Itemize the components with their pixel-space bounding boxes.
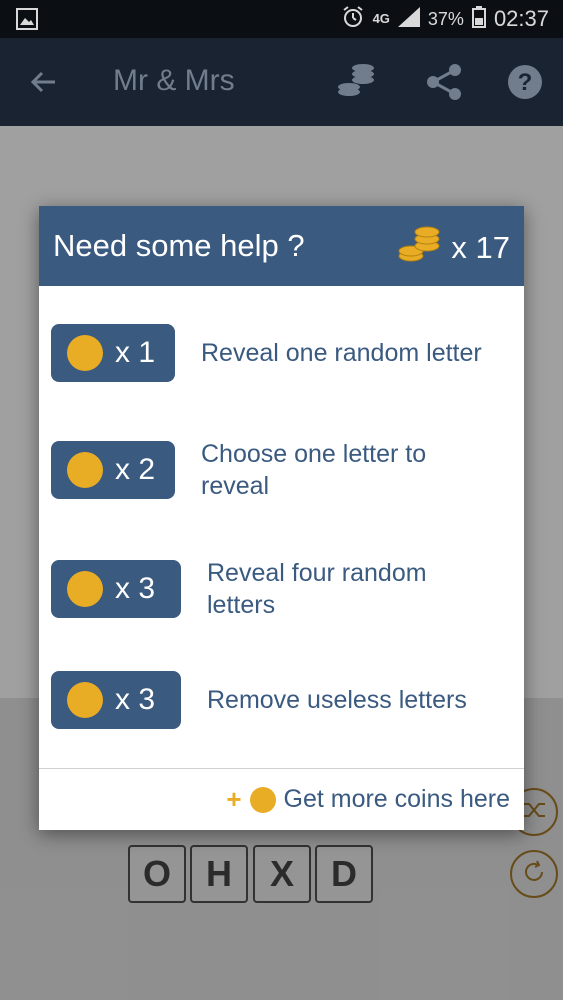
network-type: 4G <box>372 11 390 26</box>
coins-stack-icon[interactable] <box>334 60 378 104</box>
option-label: Choose one letter to reveal <box>201 440 427 500</box>
dialog-header: Need some help ? x 17 <box>39 206 524 286</box>
coins-stack-icon <box>397 224 441 272</box>
coin-icon <box>67 682 103 718</box>
option-reveal-four-letters[interactable]: x 3 Reveal four random letters <box>51 557 521 621</box>
dialog-title: Need some help ? <box>53 228 305 263</box>
battery-percent: 37% <box>427 8 464 29</box>
gallery-notification-icon <box>16 8 38 30</box>
get-more-coins-link[interactable]: + Get more coins here <box>226 784 510 815</box>
shuffle-icon <box>521 797 547 828</box>
option-remove-useless-letters[interactable]: x 3 Remove useless letters <box>51 671 521 729</box>
cost-button[interactable]: x 3 <box>51 560 181 618</box>
cost-button[interactable]: x 3 <box>51 671 181 729</box>
clock: 02:37 <box>493 6 549 31</box>
option-label: Remove useless letters <box>207 686 467 714</box>
divider <box>39 768 524 769</box>
letter-tile[interactable]: D <box>315 845 373 903</box>
battery-icon <box>471 5 486 33</box>
svg-text:?: ? <box>518 69 533 96</box>
get-more-coins-label: Get more coins here <box>283 785 511 813</box>
letter-tile[interactable]: H <box>190 845 248 903</box>
share-icon[interactable] <box>422 60 466 104</box>
cost-label: x 3 <box>115 572 156 605</box>
back-arrow-icon[interactable] <box>22 60 66 104</box>
coin-balance: x 17 <box>397 224 510 272</box>
refresh-button[interactable] <box>510 850 558 898</box>
cost-label: x 2 <box>115 453 156 486</box>
option-choose-letter[interactable]: x 2 Choose one letter to reveal <box>51 438 521 502</box>
help-icon[interactable]: ? <box>503 60 547 104</box>
option-label: Reveal one random letter <box>201 339 482 367</box>
help-dialog: Need some help ? x 17 x 1 Reveal one ran… <box>39 206 524 830</box>
refresh-icon <box>521 859 547 890</box>
letter-tile[interactable]: O <box>128 845 186 903</box>
cost-button[interactable]: x 1 <box>51 324 175 382</box>
coin-icon <box>67 571 103 607</box>
page-title: Mr & Mrs <box>113 64 235 97</box>
option-reveal-random-letter[interactable]: x 1 Reveal one random letter <box>51 324 521 382</box>
alarm-icon <box>341 5 365 34</box>
coin-icon <box>67 452 103 488</box>
cost-button[interactable]: x 2 <box>51 441 175 499</box>
coin-count: x 17 <box>451 230 510 265</box>
signal-icon <box>397 6 420 32</box>
cost-label: x 1 <box>115 336 156 369</box>
cost-label: x 3 <box>115 683 156 716</box>
coin-icon <box>249 786 276 813</box>
option-label: Reveal four random letters <box>207 559 427 619</box>
app-bar: Mr & Mrs ? <box>0 38 563 126</box>
letter-tile[interactable]: X <box>253 845 311 903</box>
coin-icon <box>67 335 103 371</box>
status-bar: 4G 37% 02:37 <box>0 0 563 38</box>
plus-icon: + <box>226 784 242 814</box>
